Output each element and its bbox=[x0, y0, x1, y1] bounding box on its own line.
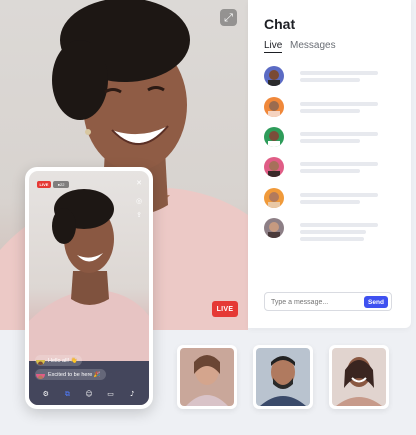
mic-icon[interactable]: ♪ bbox=[126, 388, 138, 400]
chat-list-item[interactable] bbox=[264, 66, 404, 88]
chat-list-item[interactable] bbox=[264, 188, 404, 210]
chat-list-item[interactable] bbox=[264, 127, 404, 149]
chat-panel: Chat Live Messages Se bbox=[248, 0, 411, 328]
chat-title: Chat bbox=[264, 16, 296, 32]
mobile-chat-message: Hello all! 👋 bbox=[35, 355, 83, 366]
viewer-count-badge: ● 22 bbox=[53, 181, 69, 188]
tab-messages[interactable]: Messages bbox=[290, 40, 336, 51]
message-input-bar: Send bbox=[264, 292, 392, 311]
participant-man-thumbnail bbox=[256, 348, 310, 406]
chat-list-item[interactable] bbox=[264, 157, 404, 179]
send-button[interactable]: Send bbox=[364, 296, 388, 308]
participant-thumbnail[interactable] bbox=[177, 345, 237, 409]
people-icon[interactable]: ☺ bbox=[83, 388, 95, 400]
video-conference-ui: ⤢ LIVE Chat Live Messages Type a message… bbox=[0, 0, 416, 435]
mobile-live-badge: LIVE bbox=[37, 181, 51, 188]
participant-woman-smiling-thumbnail bbox=[332, 348, 386, 406]
avatar bbox=[36, 370, 45, 379]
avatar bbox=[264, 218, 284, 238]
settings-icon[interactable]: ⚙ bbox=[40, 388, 52, 400]
chat-list-item[interactable] bbox=[264, 218, 404, 241]
participant-woman-thumbnail bbox=[180, 348, 234, 406]
tab-live[interactable]: Live bbox=[264, 40, 283, 53]
avatar bbox=[264, 157, 284, 177]
participant-thumbnail[interactable] bbox=[329, 345, 389, 409]
chat-list-item[interactable] bbox=[264, 97, 404, 119]
eye-toggle-icon[interactable]: ◎ bbox=[135, 197, 143, 205]
avatar bbox=[264, 97, 284, 117]
live-badge: LIVE bbox=[212, 301, 238, 317]
mobile-preview: LIVE ● 22 ✕ ◎ ⇪ Hello all! 👋 Excited to b… bbox=[25, 167, 153, 409]
participant-thumbnail[interactable] bbox=[253, 345, 313, 409]
close-icon[interactable]: ✕ bbox=[135, 179, 143, 187]
avatar bbox=[264, 127, 284, 147]
avatar bbox=[264, 188, 284, 208]
share-screen-icon[interactable]: ⧉ bbox=[61, 388, 73, 400]
avatar bbox=[36, 356, 45, 365]
mobile-video-feed[interactable]: LIVE ● 22 ✕ ◎ ⇪ Hello all! 👋 Excited to b… bbox=[29, 171, 149, 405]
mobile-chat-message: Excited to be here 🎉 bbox=[35, 369, 106, 380]
avatar bbox=[264, 66, 284, 86]
message-input[interactable] bbox=[271, 295, 359, 309]
share-icon[interactable]: ⇪ bbox=[135, 211, 143, 219]
camera-icon[interactable]: ▭ bbox=[105, 388, 117, 400]
mobile-toolbar: ⚙ ⧉ ☺ ▭ ♪ bbox=[29, 383, 149, 405]
expand-icon[interactable]: ⤢ bbox=[220, 9, 237, 26]
